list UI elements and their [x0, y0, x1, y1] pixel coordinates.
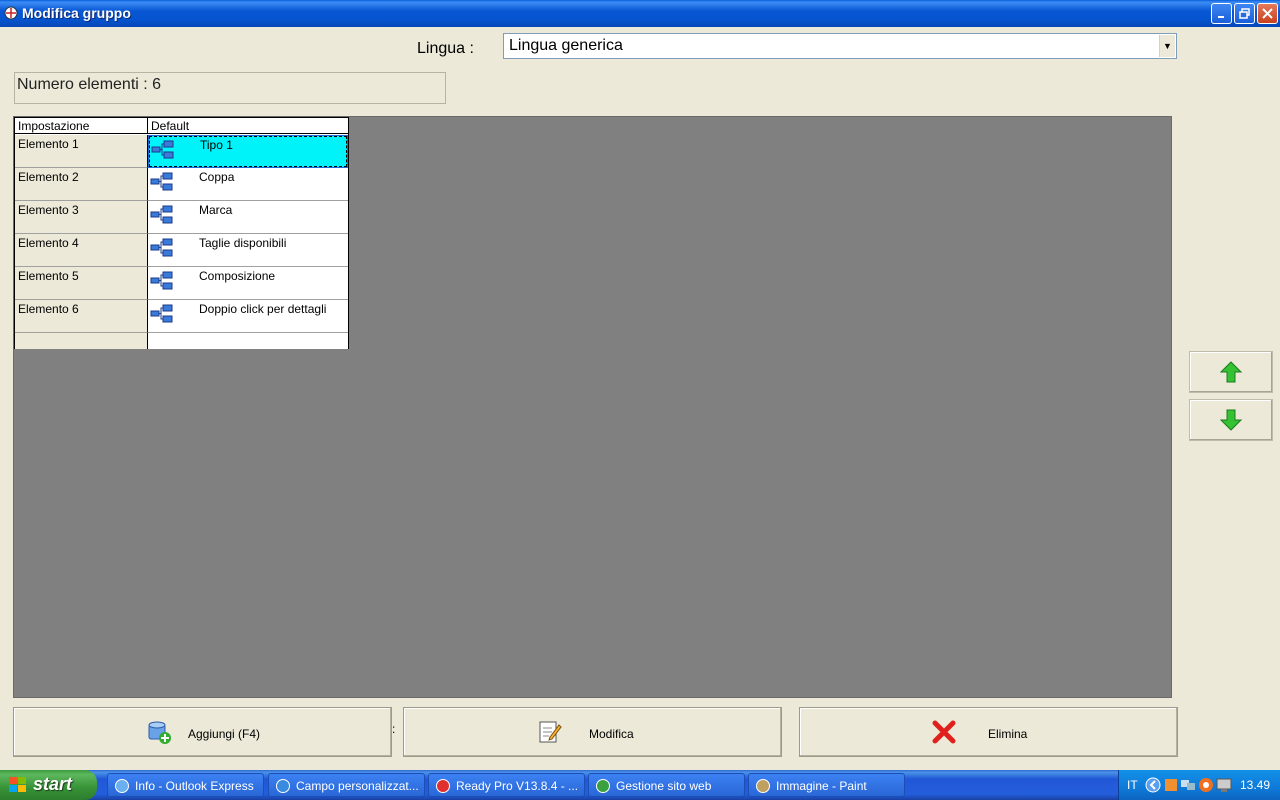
button-separator: :: [392, 722, 396, 736]
tray-language[interactable]: IT: [1127, 778, 1138, 792]
grid-row[interactable]: Elemento 6 Doppio click per dettagli: [15, 300, 348, 333]
row-value-cell[interactable]: Coppa: [148, 168, 348, 201]
move-down-button[interactable]: [1189, 399, 1273, 441]
arrow-up-icon: [1220, 361, 1242, 383]
app-icon: [4, 6, 18, 20]
row-key-cell[interactable]: Elemento 1: [15, 135, 148, 168]
row-key-label: Elemento 2: [18, 170, 79, 184]
hierarchy-icon: [150, 172, 173, 191]
tray-display-icon[interactable]: [1216, 777, 1232, 793]
add-icon: [148, 721, 171, 744]
close-button[interactable]: [1257, 3, 1278, 24]
taskbar-button-label: Gestione sito web: [616, 779, 712, 793]
hierarchy-icon: [151, 140, 174, 159]
edit-button-label: Modifica: [589, 727, 634, 741]
row-value-label: Taglie disponibili: [199, 236, 287, 250]
taskbar-button[interactable]: Gestione sito web: [588, 773, 745, 797]
hierarchy-icon: [150, 205, 173, 224]
row-key-cell[interactable]: Elemento 6: [15, 300, 148, 333]
minimize-button[interactable]: [1211, 3, 1232, 24]
settings-grid[interactable]: Impostazione Default Elemento 1 Tipo 1 Ele…: [14, 117, 349, 349]
move-up-button[interactable]: [1189, 351, 1273, 393]
row-key-cell[interactable]: Elemento 2: [15, 168, 148, 201]
network-icon[interactable]: [1180, 777, 1196, 793]
taskbar-button[interactable]: Immagine - Paint: [748, 773, 905, 797]
hierarchy-icon: [150, 238, 173, 257]
row-value-label: Doppio click per dettagli: [199, 302, 327, 316]
taskbar-button[interactable]: Campo personalizzat...: [268, 773, 425, 797]
edit-icon: [539, 721, 562, 743]
row-key-label: Elemento 4: [18, 236, 79, 250]
hierarchy-icon: [150, 271, 173, 290]
outlook-icon: [115, 779, 129, 793]
row-key-cell[interactable]: Elemento 5: [15, 267, 148, 300]
tray-clock: 13.49: [1240, 778, 1271, 792]
row-key-cell[interactable]: Elemento 3: [15, 201, 148, 234]
row-value-label: Tipo 1: [200, 138, 233, 152]
row-value-label: Marca: [199, 203, 233, 217]
modifica-gruppo-window: Modifica gruppo Lingua : Lingua generica…: [0, 0, 1280, 770]
row-value-cell[interactable]: Tipo 1: [148, 135, 348, 168]
globe-icon: [596, 779, 610, 793]
restore-button[interactable]: [1234, 3, 1255, 24]
taskbar-button-label: Info - Outlook Express: [135, 779, 254, 793]
title-bar[interactable]: Modifica gruppo: [0, 0, 1280, 27]
row-key-label: Elemento 1: [18, 137, 79, 151]
hierarchy-icon: [150, 304, 173, 323]
grid-row[interactable]: Elemento 1 Tipo 1: [15, 135, 348, 168]
taskbar-button[interactable]: Ready Pro V13.8.4 - ...: [428, 773, 585, 797]
taskbar-button[interactable]: Info - Outlook Express: [107, 773, 264, 797]
row-value-label: Coppa: [199, 170, 235, 184]
taskbar-button-label: Immagine - Paint: [776, 779, 867, 793]
row-key-label: Elemento 5: [18, 269, 79, 283]
row-value-cell[interactable]: Taglie disponibili: [148, 234, 348, 267]
grid-row[interactable]: Elemento 3 Marca: [15, 201, 348, 234]
grid-row[interactable]: Elemento 5 Composizione: [15, 267, 348, 300]
taskbar-button-label: Ready Pro V13.8.4 - ...: [456, 779, 579, 793]
arrow-down-icon: [1220, 409, 1242, 431]
dropdown-arrow-icon[interactable]: ▼: [1159, 35, 1175, 57]
taskbar-button-label: Campo personalizzat...: [296, 779, 419, 793]
minimize-icon: [1218, 16, 1224, 18]
taskbar: start Info - Outlook Express Campo person…: [0, 770, 1280, 800]
tray-app-icon[interactable]: [1163, 777, 1179, 793]
grid-row[interactable]: Elemento 4 Taglie disponibili: [15, 234, 348, 267]
row-value-cell[interactable]: Marca: [148, 201, 348, 234]
system-tray: IT 13.49: [1118, 770, 1280, 800]
row-value-cell[interactable]: Composizione: [148, 267, 348, 300]
column-header-default[interactable]: Default: [148, 118, 348, 134]
element-count-text: Numero elementi : 6: [17, 76, 162, 93]
delete-button-label: Elimina: [988, 727, 1028, 741]
edit-button[interactable]: Modifica: [403, 707, 782, 757]
tray-antivirus-icon[interactable]: [1198, 777, 1214, 793]
row-key-label: Elemento 3: [18, 203, 79, 217]
window-title: Modifica gruppo: [22, 5, 131, 21]
empty-row: [15, 333, 348, 349]
add-button-label: Aggiungi (F4): [188, 727, 261, 741]
row-value-cell[interactable]: Doppio click per dettagli: [148, 300, 348, 333]
column-header-impostazione[interactable]: Impostazione: [15, 118, 148, 134]
close-icon: [1262, 8, 1273, 19]
start-label: start: [33, 774, 73, 794]
language-selected-value: Lingua generica: [509, 37, 623, 54]
grid-row[interactable]: Elemento 2 Coppa: [15, 168, 348, 201]
delete-button[interactable]: Elimina: [799, 707, 1178, 757]
start-button[interactable]: start: [0, 770, 97, 800]
restore-icon: [1239, 8, 1250, 19]
internet-explorer-icon: [276, 779, 290, 793]
paint-icon: [756, 779, 770, 793]
language-select[interactable]: Lingua generica ▼: [503, 33, 1177, 59]
tray-expand-icon[interactable]: [1145, 777, 1161, 793]
delete-icon: [932, 720, 956, 744]
add-button[interactable]: Aggiungi (F4): [13, 707, 392, 757]
strawberry-icon: [436, 779, 450, 793]
windows-flag-icon: [9, 777, 26, 792]
language-label: Lingua :: [417, 40, 474, 57]
row-key-cell[interactable]: Elemento 4: [15, 234, 148, 267]
row-value-label: Composizione: [199, 269, 276, 283]
element-count-box: Numero elementi : 6: [14, 72, 446, 104]
row-key-label: Elemento 6: [18, 302, 79, 316]
